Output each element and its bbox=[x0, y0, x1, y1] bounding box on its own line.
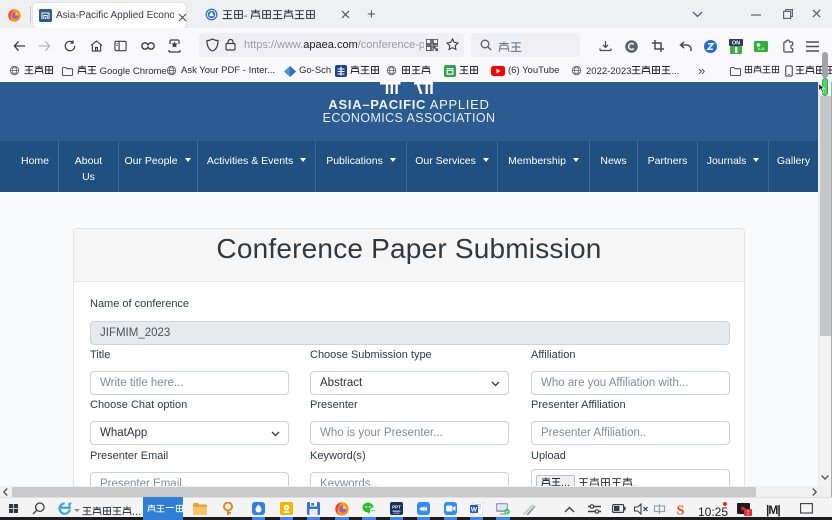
svg-text:PPT: PPT bbox=[392, 505, 401, 510]
svg-text:2: 2 bbox=[746, 511, 749, 516]
svg-text:ON: ON bbox=[732, 41, 740, 47]
svg-text:S: S bbox=[677, 504, 685, 517]
svg-text:W: W bbox=[471, 506, 478, 513]
